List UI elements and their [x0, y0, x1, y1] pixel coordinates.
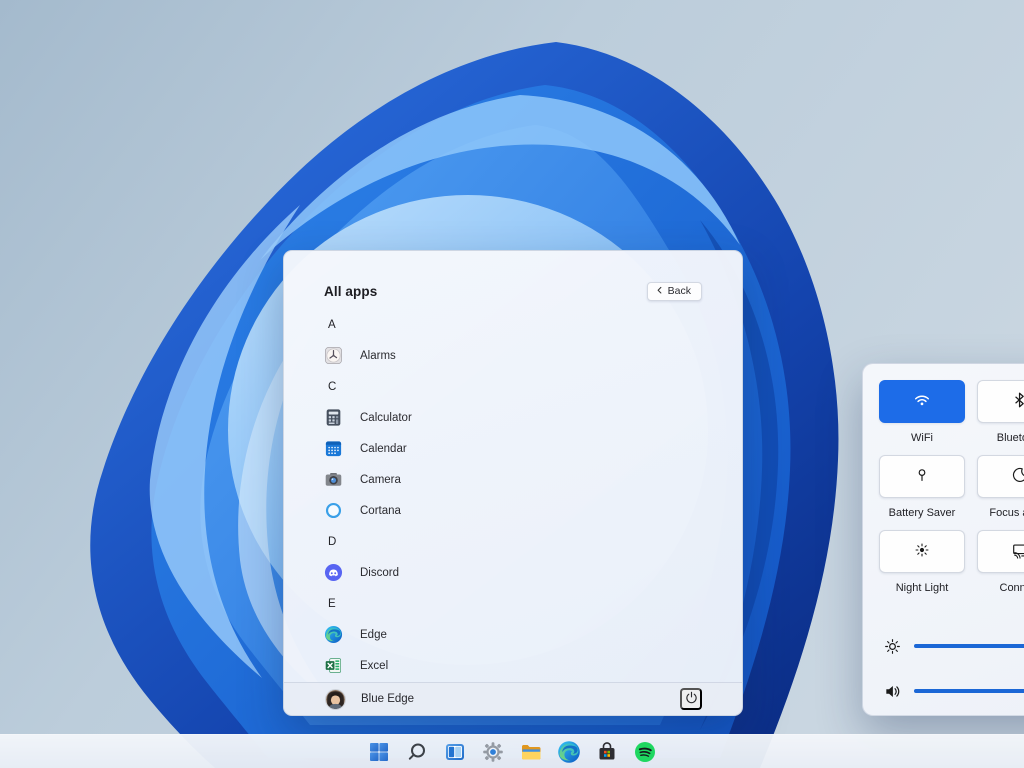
quick-setting-wifi: WiFi — [879, 380, 965, 444]
taskbar-edge-button[interactable] — [555, 738, 583, 766]
taskbar — [0, 734, 1024, 768]
taskbar-start-button[interactable] — [365, 738, 393, 766]
quick-tile-wifi-button[interactable] — [879, 380, 965, 423]
quick-settings-panel: WiFi Bluetooth Battery Saver Focus assist Ni… — [862, 363, 1024, 716]
brightness-slider-row — [883, 634, 1024, 658]
excel-icon — [324, 656, 343, 675]
app-label: Alarms — [360, 350, 396, 362]
app-item-cortana[interactable]: Cortana — [324, 495, 722, 526]
back-button-label: Back — [668, 285, 691, 297]
spotify-icon — [633, 740, 657, 764]
battery-saver-icon — [913, 466, 931, 487]
quick-tile-label: Focus assist — [977, 507, 1024, 519]
edge-icon — [557, 740, 581, 764]
taskbar-file-explorer-button[interactable] — [517, 738, 545, 766]
quick-tile-label: WiFi — [879, 432, 965, 444]
quick-tile-bluetooth-button[interactable] — [977, 380, 1024, 423]
app-label: Cortana — [360, 505, 401, 517]
volume-slider[interactable] — [914, 689, 1024, 693]
quick-setting-battery-saver: Battery Saver — [879, 455, 965, 519]
section-letter-e[interactable]: E — [324, 588, 722, 619]
quick-tile-label: Connect — [977, 582, 1024, 594]
app-item-excel[interactable]: Excel — [324, 650, 722, 677]
app-item-camera[interactable]: Camera — [324, 464, 722, 495]
quick-tile-label: Battery Saver — [879, 507, 965, 519]
section-letter-c[interactable]: C — [324, 371, 722, 402]
app-label: Discord — [360, 567, 399, 579]
alarms-icon — [324, 346, 343, 365]
wifi-icon — [913, 391, 931, 412]
quick-tile-label: Bluetooth — [977, 432, 1024, 444]
user-name: Blue Edge — [361, 693, 680, 705]
taskbar-spotify-button[interactable] — [631, 738, 659, 766]
taskbar-task-view-button[interactable] — [441, 738, 469, 766]
taskbar-store-button[interactable] — [593, 738, 621, 766]
quick-setting-night-light: Night Light — [879, 530, 965, 594]
user-avatar-image — [326, 690, 345, 709]
night-light-icon — [913, 541, 931, 562]
app-item-discord[interactable]: Discord — [324, 557, 722, 588]
start-menu-user-bar: Blue Edge — [284, 682, 742, 715]
edge-icon — [324, 625, 343, 644]
back-chevron-icon — [656, 286, 663, 296]
app-item-calendar[interactable]: Calendar — [324, 433, 722, 464]
discord-icon — [324, 563, 343, 582]
settings-icon — [481, 740, 505, 764]
file-explorer-icon — [519, 740, 543, 764]
quick-tile-label: Night Light — [879, 582, 965, 594]
app-label: Edge — [360, 629, 387, 641]
focus-icon — [1011, 466, 1024, 487]
cortana-icon — [324, 501, 343, 520]
app-item-calculator[interactable]: Calculator — [324, 402, 722, 433]
bluetooth-icon — [1011, 391, 1024, 412]
app-label: Excel — [360, 660, 388, 672]
camera-icon — [324, 470, 343, 489]
taskbar-settings-button[interactable] — [479, 738, 507, 766]
calendar-icon — [324, 439, 343, 458]
quick-tile-battery-saver-button[interactable] — [879, 455, 965, 498]
search-icon — [405, 740, 429, 764]
volume-icon — [883, 682, 902, 701]
start-menu-header: All apps Back — [324, 281, 702, 301]
user-avatar[interactable] — [326, 690, 345, 709]
calculator-icon — [324, 408, 343, 427]
section-letter-a[interactable]: A — [324, 309, 722, 340]
app-item-alarms[interactable]: Alarms — [324, 340, 722, 371]
app-label: Calculator — [360, 412, 412, 424]
brightness-icon — [883, 637, 902, 656]
taskbar-search-button[interactable] — [403, 738, 431, 766]
quick-tile-focus-assist-button[interactable] — [977, 455, 1024, 498]
quick-setting-bluetooth: Bluetooth — [977, 380, 1024, 444]
store-icon — [595, 740, 619, 764]
start-icon — [367, 740, 391, 764]
app-item-edge[interactable]: Edge — [324, 619, 722, 650]
quick-settings-sliders — [883, 634, 1024, 724]
all-apps-list[interactable]: A Alarms C Calculator Calendar Camera Cortana D… — [324, 309, 722, 677]
task-view-icon — [443, 740, 467, 764]
quick-tile-connect-button[interactable] — [977, 530, 1024, 573]
all-apps-title: All apps — [324, 284, 377, 299]
volume-slider-row — [883, 679, 1024, 703]
section-letter-d[interactable]: D — [324, 526, 722, 557]
quick-setting-connect: Connect — [977, 530, 1024, 594]
power-button[interactable] — [680, 688, 702, 710]
quick-settings-grid: WiFi Bluetooth Battery Saver Focus assist Ni… — [879, 380, 1024, 594]
brightness-slider[interactable] — [914, 644, 1024, 648]
quick-tile-night-light-button[interactable] — [879, 530, 965, 573]
power-icon — [684, 690, 699, 708]
connect-icon — [1011, 541, 1024, 562]
app-label: Calendar — [360, 443, 407, 455]
start-menu-panel: All apps Back A Alarms C Calculator Calendar… — [283, 250, 743, 716]
quick-setting-focus-assist: Focus assist — [977, 455, 1024, 519]
app-label: Camera — [360, 474, 401, 486]
back-button[interactable]: Back — [647, 282, 702, 301]
